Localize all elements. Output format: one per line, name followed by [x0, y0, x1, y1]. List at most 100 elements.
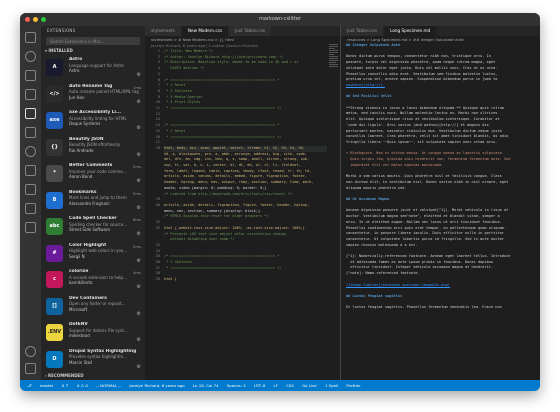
indentation[interactable]: Spaces: 4	[227, 383, 246, 388]
css-code-area[interactable]: 1/* Title: New Modern */2/* Author: Joce…	[145, 49, 340, 283]
code-text: * 1 Reset	[164, 128, 186, 133]
activity-bar	[20, 26, 41, 380]
recommended-section-header[interactable]: › RECOMMENDED	[41, 372, 145, 380]
extension-item[interactable]: A Astro Language support for Astro Astro ⚙	[41, 55, 145, 82]
extension-item[interactable]: D Drupal Syntax Highlighting Provides synt…	[41, 347, 145, 374]
manage-gear-icon[interactable]: ⚙	[137, 364, 141, 370]
minimap[interactable]	[327, 43, 340, 380]
tab-stylesheets[interactable]: stylesheets	[145, 26, 182, 36]
problems-indicator[interactable]: 0 ⚠ 0	[77, 383, 88, 388]
extension-item[interactable]: abc Code Spell Checker Spelling checker fo…	[41, 214, 145, 241]
code-line[interactable]: 29 html {	[156, 277, 340, 283]
spell-status[interactable]: 1 Spell	[325, 383, 338, 388]
git-graph-icon[interactable]	[25, 165, 36, 176]
manage-gear-icon[interactable]: ⚙	[137, 205, 141, 211]
code-text: /* =====================================…	[164, 254, 280, 259]
manage-gear-icon[interactable]: ⚙	[137, 178, 141, 184]
testing-icon[interactable]	[25, 203, 36, 214]
extension-logo-icon: A	[46, 59, 63, 76]
extension-author: Astro	[69, 68, 80, 74]
markdown-line[interactable]: Ut luctus feugiat sagittis. Phasellus fe…	[346, 305, 540, 311]
extension-author: kamikillerto	[69, 280, 93, 286]
language-mode[interactable]: CSS	[286, 383, 294, 388]
code-text: /* Prevents iOS text size adjust after o…	[164, 231, 288, 236]
blame-status[interactable]: Jocelyn Richard, 6 years ago	[129, 383, 184, 388]
extension-search-input[interactable]: Search Extensions in Mar...	[46, 37, 140, 45]
code-text: * 3 Media Queries	[164, 94, 203, 99]
remote-explorer-icon[interactable]	[25, 127, 36, 138]
close-window-button[interactable]	[25, 17, 30, 22]
installed-section-header[interactable]: ▾ INSTALLED	[41, 47, 145, 55]
manage-gear-icon[interactable]: ⚙	[137, 99, 141, 105]
explorer-icon[interactable]	[25, 32, 36, 43]
code-text: * ======================================…	[164, 106, 282, 111]
settings-gear-icon[interactable]	[25, 363, 36, 374]
docker-icon[interactable]	[25, 184, 36, 195]
manage-gear-icon[interactable]: ⚙	[137, 337, 141, 343]
markdown-code-area[interactable]: ## Integer Vulputate Ante​Donec dictum p…	[341, 43, 540, 311]
extension-author: Sergii N	[69, 253, 85, 259]
manage-gear-icon[interactable]: ⚙	[137, 125, 141, 131]
code-text: html, body, div, span, applet, object, i…	[164, 145, 305, 150]
breadcrumb[interactable]: stylesheets > # New Modern.css > {} html	[145, 36, 340, 43]
manage-gear-icon[interactable]: ⚙	[137, 152, 141, 158]
vim-mode: -- NORMAL --	[96, 383, 122, 388]
tab-just-tables-css[interactable]: Just Tables.css	[229, 26, 273, 36]
branch-indicator[interactable]: ⎇ master	[27, 383, 53, 388]
extension-item[interactable]: .ENV DotENV Support for dotenv file synt..…	[41, 320, 145, 347]
bookmarks-icon[interactable]	[25, 222, 36, 233]
sync-indicator[interactable]: 0 ↑	[62, 383, 69, 388]
extension-item[interactable]: {} Beautify JSON Beautify JSON effortlessl…	[41, 135, 145, 162]
css-editor-pane: stylesheets New Modern.css Just Tables.css…	[145, 26, 340, 380]
code-text: * 2 Skeleton	[164, 260, 192, 265]
code-text: * 2 Skeleton	[164, 88, 192, 93]
extension-description: Beautify JSON effortlessly	[69, 142, 121, 148]
prettier-status[interactable]: Prettier	[346, 383, 360, 388]
tab-new-modern-css[interactable]: New Modern.css	[181, 26, 230, 36]
code-text: * 4 Print Styles	[164, 100, 201, 105]
extensions-icon[interactable]	[25, 108, 36, 119]
code-text: del, dfn, em, img, ins, kbd, q, s, samp,…	[164, 157, 310, 162]
extension-name: axe Accessibility Li...	[69, 110, 122, 115]
source-control-icon[interactable]	[25, 70, 36, 81]
title-bar: markown-cslitter	[20, 13, 540, 26]
manage-gear-icon[interactable]: ⚙	[137, 258, 141, 264]
run-debug-icon[interactable]	[25, 89, 36, 100]
code-text: article, aside, canvas, details, embed, …	[164, 174, 308, 179]
manage-gear-icon[interactable]: ⚙	[137, 311, 141, 317]
extension-description: Mark lines and jump to them	[69, 195, 127, 201]
manage-gear-icon[interactable]: ⚙	[137, 231, 141, 237]
extension-item[interactable]: c colorize A vscode extension to help... ka…	[41, 267, 145, 294]
extension-description: Spelling checker for source...	[69, 221, 128, 227]
go-live-button[interactable]: Go Live	[302, 383, 317, 388]
minimize-window-button[interactable]	[33, 17, 38, 22]
manage-gear-icon[interactable]: ⚙	[137, 284, 141, 290]
extension-author: Jun Han	[69, 94, 85, 100]
eol[interactable]: LF	[274, 383, 278, 388]
extension-item[interactable]: axe axe Accessibility Li... Accessibility …	[41, 108, 145, 135]
extension-description: Support for dotenv file synt...	[69, 327, 128, 333]
extension-logo-icon: c	[46, 271, 63, 288]
encoding[interactable]: UTF-8	[254, 383, 265, 388]
search-icon[interactable]	[25, 51, 36, 62]
code-text: /* HTML5 display-role reset for older br…	[164, 214, 269, 219]
code-text: header, hgroup, menu, nav, output, ruby,…	[164, 180, 314, 185]
maximize-window-button[interactable]	[41, 17, 46, 22]
manage-gear-icon[interactable]: ⚙	[137, 72, 141, 78]
timeline-icon[interactable]	[25, 146, 36, 157]
code-text: /* Limited from http://meyerweb.com/eric…	[164, 191, 293, 196]
tab-long-specimen-md[interactable]: Long Specimen.md	[384, 26, 438, 36]
account-icon[interactable]	[25, 346, 36, 357]
extension-item[interactable]: * Better Comments Improve your code comme.…	[41, 161, 145, 188]
cursor-position[interactable]: Ln 18, Col 74	[193, 383, 219, 388]
tab-just-tables-css-right[interactable]: Just Tables.css	[341, 26, 385, 36]
extensions-sidebar: EXTENSIONS Search Extensions in Mar... ▾…	[41, 26, 145, 380]
extension-item[interactable]: B Bookmarks Mark lines and jump to them Ale…	[41, 188, 145, 215]
extension-item[interactable]: [] Dev Containers Open any folder or repos…	[41, 294, 145, 321]
breadcrumb-right[interactable]: resources > Long Specimen.md > ## Intege…	[341, 36, 540, 43]
left-tab-bar: stylesheets New Modern.css Just Tables.css	[145, 26, 340, 36]
extension-item[interactable]: </> Auto Rename Tag Auto rename paired HTM…	[41, 82, 145, 109]
code-text: article, aside, details, figcaption, fig…	[164, 202, 310, 207]
extension-description: Open any folder or reposit...	[69, 301, 126, 307]
extension-item[interactable]: # Color Highlight Highlight web colors in …	[41, 241, 145, 268]
